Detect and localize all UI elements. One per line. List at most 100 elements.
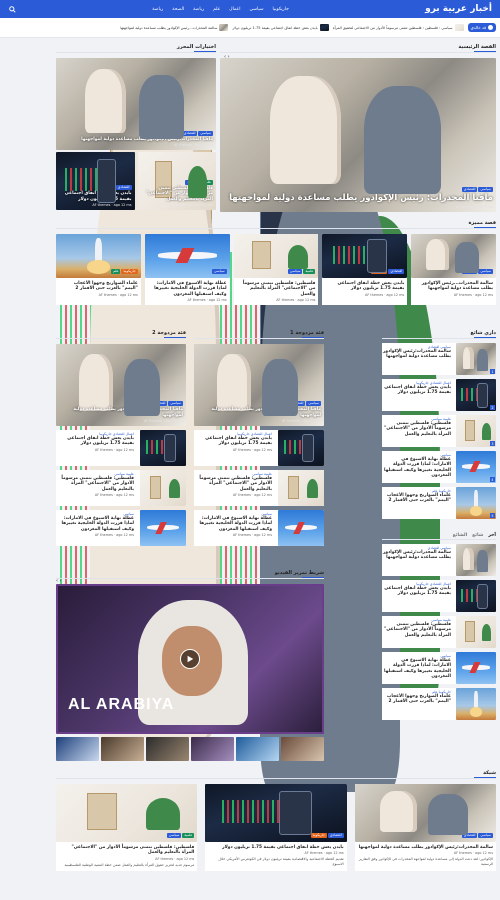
category-tag[interactable]: سياسي <box>168 401 183 407</box>
category-tag[interactable]: اقتصادي <box>327 833 344 838</box>
card-image[interactable]: اقتصادي جاريكوبيا <box>322 234 408 278</box>
item-thumbnail[interactable] <box>140 430 186 466</box>
item-thumbnail[interactable]: 1 <box>456 343 496 375</box>
ticker-item[interactable]: سالمة المحذرات...رئيس الإكوادور يطلب مسا… <box>120 24 229 31</box>
chevron-right-icon[interactable]: › <box>224 54 226 60</box>
category-tag[interactable]: جاريكوبيا <box>371 269 388 274</box>
featured-card[interactable]: سياسي اقتصادي سالمة المحذرات...رئيس الإكو… <box>411 234 496 306</box>
post-title[interactable]: بايدن يعش خطة انفاق اجتماعي بقيمة 1.75 ت… <box>59 191 132 202</box>
mixed-big-card[interactable]: سياسي اقتصادي مافيا المخدرات:رئيس الإكواد… <box>56 344 186 426</box>
item-thumbnail[interactable] <box>456 652 496 684</box>
item-title[interactable]: بايدن يعش خطة انفاق اجتماعي بقيمة 1.75 ت… <box>382 586 451 597</box>
category-tag[interactable]: جاريكوبيا <box>121 269 138 274</box>
item-title[interactable]: علماء الصواريخ وجهوا الأعجاب "اليمم" بال… <box>382 694 451 705</box>
card-image[interactable]: سياسي اقتصادي <box>411 234 496 278</box>
mixed-list-item[interactable]: اعمال اقتصادي جاريكوبيا بايدن يعش خطة انف… <box>56 430 186 466</box>
category-tag[interactable]: جاريكوبيا <box>310 833 327 838</box>
author[interactable]: AF themes <box>456 205 474 209</box>
mixed-list-item[interactable]: علمية سياسي فلسطين: فلسطين تتمنى مرسوماً … <box>194 470 324 506</box>
author[interactable]: AF themes <box>305 851 323 855</box>
sidebar-list-item[interactable]: 1 سياسي اقتصادي سالمة المحذرات:رئيس الإكوا… <box>382 343 496 375</box>
item-thumbnail[interactable] <box>456 616 496 648</box>
grid-card[interactable]: اقتصادي جاريكوبيا بايدن يعش خطة انفاق اجت… <box>205 784 347 871</box>
post-title[interactable]: علماء الصواريخ وجهوا الأعجاب "اليمم" بال… <box>59 281 138 292</box>
author[interactable]: AF themes <box>187 298 205 302</box>
grid-card[interactable]: سياسي اقتصادي سالمة المحذرات:رئيس الإكواد… <box>354 784 496 871</box>
item-title[interactable]: عطلة نهاية الاسبوع في الامارات: لماذا قر… <box>382 457 451 479</box>
author[interactable]: AF themes <box>454 293 472 297</box>
tab-latest[interactable]: آخر <box>488 533 496 538</box>
post-title[interactable]: فلسطين: فلسطين تتمنى مرسوماً الأدوار من … <box>59 845 194 856</box>
author[interactable]: AF themes <box>155 857 173 861</box>
sidebar-list-item[interactable]: اعمال اقتصادي جاريكوبيا بايدن يعش خطة انف… <box>382 580 496 612</box>
mixed-list-item[interactable]: علمية سياسي فلسطين: فلسطين تتمنى مرسوماً … <box>56 470 186 506</box>
item-thumbnail[interactable] <box>140 510 186 546</box>
card-image[interactable]: علمية سياسي <box>233 234 319 278</box>
item-title[interactable]: علماء الصواريخ وجهوا الأعجاب "اليمم" بال… <box>382 493 451 504</box>
category-tag[interactable]: اقتصادي <box>115 185 132 191</box>
post-title[interactable]: مافيا المخدرات:رئيس الإكوادور يطلب مساعد… <box>59 407 183 418</box>
sidebar-list-item[interactable]: 4 سياسي عطلة نهاية الاسبوع في الامارات: لم… <box>382 451 496 483</box>
category-tag[interactable]: سياسي <box>478 269 493 274</box>
item-title[interactable]: عطلة نهاية الاسبوع في الامارات: لماذا قر… <box>56 516 134 532</box>
category-tag[interactable]: علمية <box>303 269 316 274</box>
grid-card[interactable]: علمية سياسي فلسطين: فلسطين تتمنى مرسوماً … <box>56 784 198 871</box>
featured-card[interactable]: جاريكوبيا علم علماء الصواريخ وجهوا الأعجا… <box>56 234 141 306</box>
item-thumbnail[interactable] <box>456 580 496 612</box>
nav-item[interactable]: رياضة <box>193 7 204 12</box>
category-tag[interactable]: جاريكوبيا <box>98 185 115 191</box>
author[interactable]: AF themes <box>276 298 294 302</box>
author[interactable]: AF themes <box>92 203 110 207</box>
card-image[interactable]: علمية سياسي <box>56 784 198 842</box>
item-title[interactable]: فلسطين: فلسطين تتمنى مرسوماً الأدوار من … <box>382 421 451 437</box>
main-story-image[interactable]: سياسي اقتصادي مافيا المخدرات: رئيس الإكوا… <box>220 58 496 212</box>
category-tag[interactable]: علم <box>111 269 121 274</box>
chevron-left-icon[interactable]: ‹ <box>228 54 230 60</box>
post-title[interactable]: بايدن يعش خطة انفاق اجتماعي بقيمة 1.75 ت… <box>208 845 344 850</box>
card-image[interactable]: جاريكوبيا علم <box>56 234 141 278</box>
mixed-list-item[interactable]: سياسي عطلة نهاية الاسبوع في الامارات: لما… <box>194 510 324 546</box>
sidebar-list-item[interactable]: سياسي اقتصادي سالمة المحذرات:رئيس الإكواد… <box>382 544 496 576</box>
mixed-big-card[interactable]: سياسي اقتصادي مافيا المخدرات:رئيس الإكواد… <box>194 344 324 426</box>
editor-pick-card[interactable]: اقتصادي جاريكوبيا بايدن يعش خطة انفاق اجت… <box>56 152 135 210</box>
item-title[interactable]: سالمة المحذرات:رئيس الإكوادور يطلب مساعد… <box>382 550 451 561</box>
category-tag[interactable]: اقتصادي <box>461 833 478 838</box>
author[interactable]: AF themes <box>233 533 251 537</box>
author[interactable]: AF themes <box>174 203 192 207</box>
category-tag[interactable]: اقتصادي <box>289 401 306 407</box>
author[interactable]: AF themes <box>174 143 192 147</box>
main-story-title[interactable]: مافيا المخدرات: رئيس الإكوادور يطلب مساع… <box>223 193 493 204</box>
item-title[interactable]: فلسطين: فلسطين تتمنى مرسوماً الأدوار من … <box>382 622 451 638</box>
category-tag[interactable]: سياسي <box>478 833 493 838</box>
item-title[interactable]: بايدن يعش خطة انفاق اجتماعي بقيمة 1.75 ت… <box>56 436 134 447</box>
category-tag[interactable]: سياسي <box>198 130 213 136</box>
author[interactable]: AF themes <box>233 448 251 452</box>
item-title[interactable]: عطلة نهاية الاسبوع في الامارات: لماذا قر… <box>382 658 451 680</box>
nav-item[interactable]: رياضة <box>152 7 163 12</box>
mixed-list-item[interactable]: سياسي عطلة نهاية الاسبوع في الامارات: لما… <box>56 510 186 546</box>
item-title[interactable]: فلسطين: فلسطين تتمنى مرسوماً الأدوار من … <box>56 476 134 492</box>
nav-item[interactable]: جاريكوبيا <box>273 7 289 12</box>
post-title[interactable]: بايدن يعش خطة انفاق اجتماعي بقيمة 1.75 ت… <box>325 281 404 292</box>
featured-card[interactable]: علمية سياسي فلسطين: فلسطين تتمنى مرسوماً … <box>233 234 319 306</box>
author[interactable]: AF themes <box>233 493 251 497</box>
item-thumbnail[interactable] <box>278 430 324 466</box>
category-tag[interactable]: سياسي <box>287 269 303 274</box>
video-thumb[interactable] <box>146 737 189 761</box>
category-tag[interactable]: سياسي <box>185 179 201 185</box>
category-tag[interactable]: سياسي <box>306 401 321 407</box>
author[interactable]: AF themes <box>95 493 113 497</box>
item-title[interactable]: بايدن يعش خطة انفاق اجتماعي بقيمة 1.75 ت… <box>194 436 272 447</box>
post-title[interactable]: فلسطين: فلسطين تتمنى مرسوماً من "الاجتما… <box>237 281 316 297</box>
video-thumb[interactable] <box>101 737 144 761</box>
post-title[interactable]: سالمة المحذرات:رئيس الإكوادور يطلب مساعد… <box>358 845 493 850</box>
item-thumbnail[interactable] <box>278 510 324 546</box>
ticker-item[interactable]: سياسي : فلسطين : فلسطين تتمنى مرسوماً ال… <box>333 24 464 31</box>
card-image[interactable]: سياسي اقتصادي <box>354 784 496 842</box>
item-thumbnail[interactable]: 5 <box>456 487 496 519</box>
sidebar-list-item[interactable]: جاريكوبيا علم علماء الصواريخ وجهوا الأعجا… <box>382 688 496 720</box>
nav-item[interactable]: سياسي <box>249 7 263 12</box>
video-thumb[interactable] <box>281 737 324 761</box>
sidebar-list-item[interactable]: 2 اعمال اقتصادي جاريكوبيا بايدن يعش خطة ان… <box>382 379 496 411</box>
category-tag[interactable]: سياسي <box>212 269 227 274</box>
